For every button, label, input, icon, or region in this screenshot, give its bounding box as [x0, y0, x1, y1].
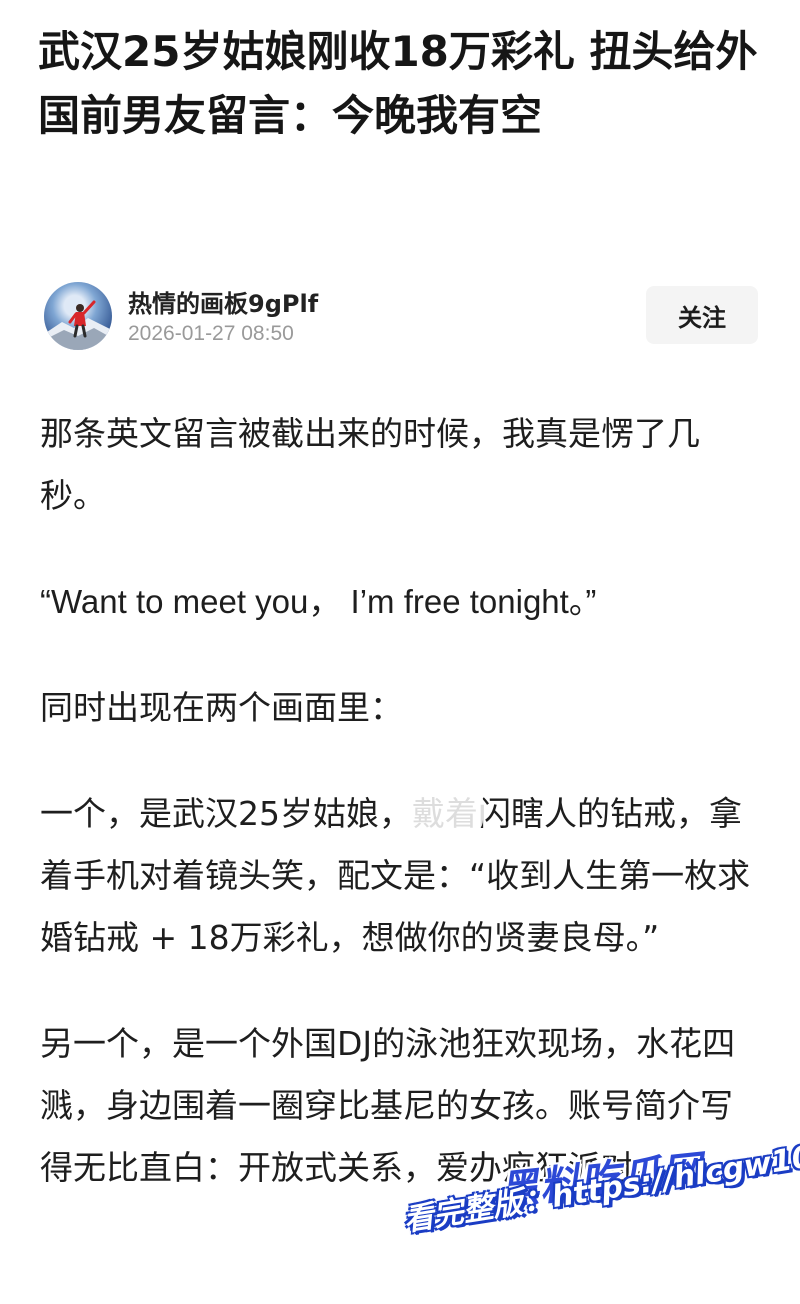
author-name[interactable]: 热情的画板9gPlf [128, 284, 318, 319]
article-paragraph: 另一个，是一个外国DJ的泳池狂欢现场，水花四溅，身边围着一圈穿比基尼的女孩。账号… [40, 1024, 736, 1187]
article-paragraph: 一个，是武汉25岁姑娘，戴着闪瞎人的钻戒，拿着手机对着镜头笑，配文是：“收到人生… [40, 794, 751, 957]
article-paragraph-quote: “Want to meet you， I’m free tonight。” [40, 583, 597, 620]
article-title: 武汉25岁姑娘刚收18万彩礼 扭头给外国前男友留言：今晚我有空 [38, 27, 758, 140]
author-row: 热情的画板9gPlf 2026-01-27 08:50 关注 [40, 280, 760, 360]
author-avatar[interactable] [44, 282, 112, 350]
article-paragraph: 那条英文留言被截出来的时候，我真是愣了几秒。 [40, 414, 700, 515]
follow-button[interactable]: 关注 [646, 286, 758, 344]
avatar-mountain-climber-icon [44, 300, 112, 350]
article-body: 那条英文留言被截出来的时候，我真是愣了几秒。 “Want to meet you… [40, 403, 760, 1243]
article-paragraph: 同时出现在两个画面里： [40, 688, 403, 727]
post-timestamp: 2026-01-27 08:50 [128, 322, 294, 345]
